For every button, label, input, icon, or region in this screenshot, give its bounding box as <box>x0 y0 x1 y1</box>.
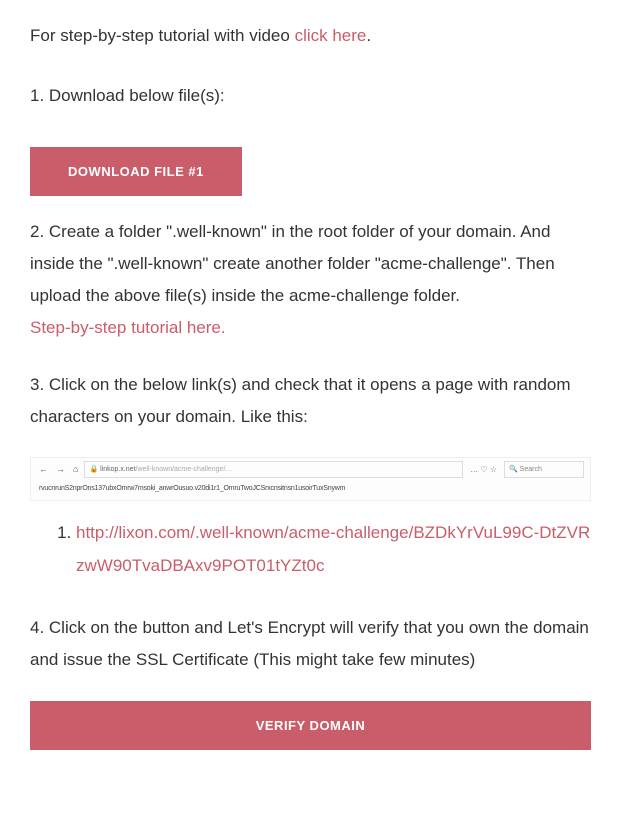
home-icon: ⌂ <box>71 461 80 478</box>
browser-url-bar: 🔒 linkop.x.net/well-known/acme-challenge… <box>84 461 463 478</box>
download-file-1-button[interactable]: DOWNLOAD FILE #1 <box>30 147 242 196</box>
step4-text: 4. Click on the button and Let's Encrypt… <box>30 612 591 677</box>
bookmark-icon: … ♡ ☆ <box>467 462 500 477</box>
intro-line: For step-by-step tutorial with video cli… <box>30 20 591 52</box>
verification-url-list: http://lixon.com/.well-known/acme-challe… <box>76 517 591 582</box>
step2-text: 2. Create a folder ".well-known" in the … <box>30 216 591 345</box>
tutorial-link[interactable]: click here <box>295 26 367 45</box>
step1-text: 1. Download below file(s): <box>30 80 591 112</box>
verification-url-link[interactable]: http://lixon.com/.well-known/acme-challe… <box>76 523 590 574</box>
browser-body-chars: rvucnrunS2nprOns137ubxOmrw7msoki_anwrOus… <box>37 476 584 495</box>
step2-tutorial-link[interactable]: Step-by-step tutorial here. <box>30 318 226 337</box>
step3-text: 3. Click on the below link(s) and check … <box>30 369 591 434</box>
step2-body: 2. Create a folder ".well-known" in the … <box>30 222 555 306</box>
verify-domain-button[interactable]: VERIFY DOMAIN <box>30 701 591 750</box>
url-path: /well-known/acme-challenge/… <box>136 466 233 473</box>
browser-toolbar: ← → ⌂ 🔒 linkop.x.net/well-known/acme-cha… <box>37 462 584 476</box>
verification-url-item: http://lixon.com/.well-known/acme-challe… <box>76 517 591 582</box>
browser-search-box: 🔍 Search <box>504 461 584 478</box>
forward-icon: → <box>54 461 67 478</box>
intro-suffix: . <box>366 26 371 45</box>
back-icon: ← <box>37 461 50 478</box>
search-placeholder: Search <box>520 466 542 473</box>
browser-screenshot: ← → ⌂ 🔒 linkop.x.net/well-known/acme-cha… <box>30 457 591 501</box>
url-lock-host: 🔒 linkop.x.net <box>89 466 135 473</box>
intro-prefix: For step-by-step tutorial with video <box>30 26 295 45</box>
